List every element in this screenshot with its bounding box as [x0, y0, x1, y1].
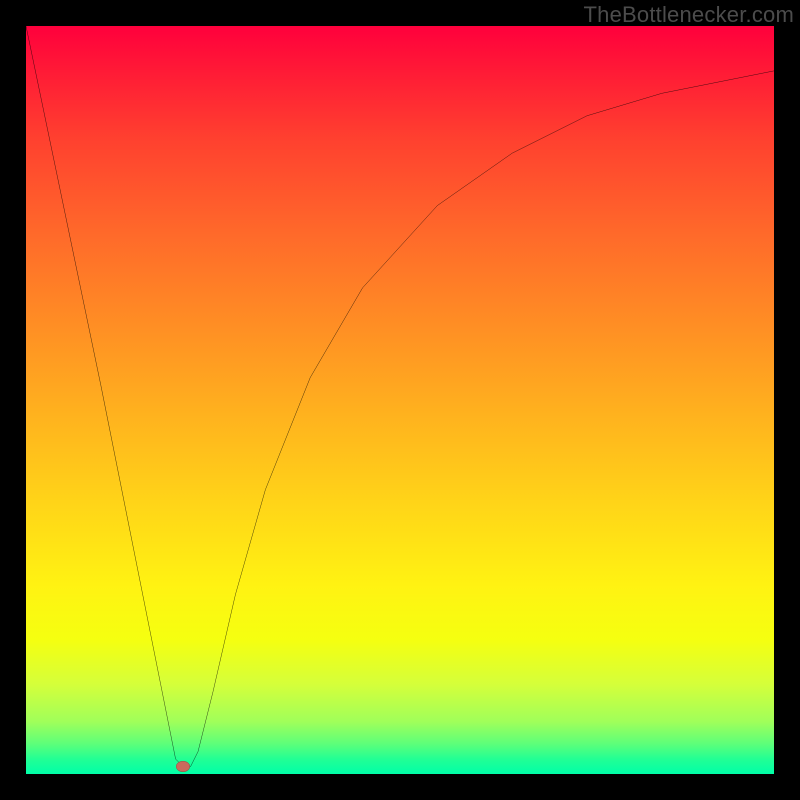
- curve-path: [26, 26, 774, 767]
- plot-area: [26, 26, 774, 774]
- optimal-point-marker: [176, 761, 190, 772]
- chart-frame: TheBottlenecker.com: [0, 0, 800, 800]
- bottleneck-curve: [26, 26, 774, 774]
- watermark-text: TheBottlenecker.com: [584, 2, 794, 28]
